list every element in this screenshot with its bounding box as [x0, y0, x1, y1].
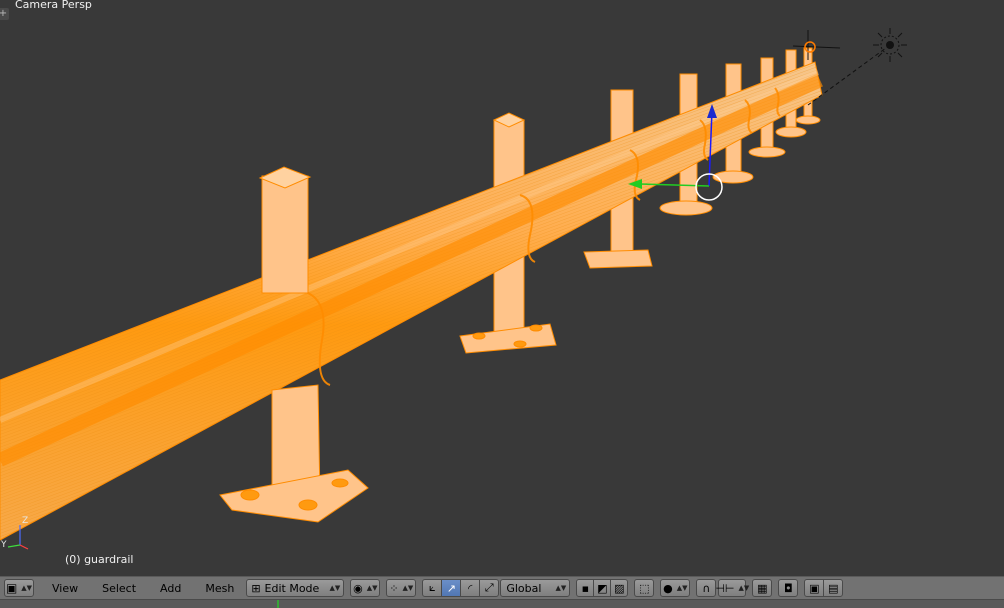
snap-element-dropdown[interactable]: ⊣⊢ ▲▼	[715, 579, 749, 597]
manipulator-toggle[interactable]: ⟀	[422, 579, 443, 597]
axis-label-y: Y	[0, 540, 7, 550]
proportional-icon: ●	[663, 581, 673, 595]
translate-toggle[interactable]: ↗	[441, 579, 462, 597]
manipulator-axis-icon: ⟀	[429, 581, 436, 594]
menu-view[interactable]: View	[40, 582, 90, 595]
edge-select-button[interactable]: ◩	[593, 579, 612, 597]
translate-arrow-icon: ↗	[446, 581, 456, 595]
3d-viewport[interactable]: Z Y + Camera Persp (0) guardrail	[0, 0, 1004, 576]
clapperboard-icon: ▤	[828, 581, 839, 595]
render-preview-button[interactable]: ▦	[752, 579, 773, 597]
timeline-strip[interactable]	[0, 599, 1004, 608]
guardrail-scene[interactable]: Z Y	[0, 0, 1004, 576]
vertex-select-icon: ▪	[581, 581, 590, 595]
menu-add[interactable]: Add	[148, 582, 193, 595]
mode-icon: ⊞	[251, 581, 261, 595]
render-icon: ▦	[757, 581, 768, 595]
menu-mesh[interactable]: Mesh	[193, 582, 246, 595]
snap-element-icon: ⊣⊢	[715, 581, 735, 595]
menu-select[interactable]: Select	[90, 582, 148, 595]
snap-toggle[interactable]: ∩	[696, 579, 717, 597]
mode-label: Edit Mode	[264, 581, 320, 595]
add-region-icon[interactable]: +	[0, 8, 9, 20]
mode-dropdown[interactable]: ⊞ Edit Mode ▲▼	[246, 579, 345, 597]
current-frame-cursor[interactable]	[277, 600, 279, 608]
render-still-button[interactable]: ▣	[804, 579, 825, 597]
vertex-select-button[interactable]: ▪	[576, 579, 595, 597]
pivot-point-button[interactable]: ⁘ ▲▼	[386, 579, 417, 597]
scale-icon: ⤢	[484, 581, 494, 594]
orientation-label: Global	[506, 581, 542, 595]
rotate-arc-icon: ◜	[468, 581, 473, 595]
edge-select-icon: ◩	[597, 581, 608, 595]
cube-icon: ▣	[5, 581, 18, 595]
solid-sphere-icon: ◉	[353, 581, 363, 595]
render-group: ▣ ▤	[804, 579, 844, 597]
axis-label-z: Z	[22, 516, 28, 526]
view-name: Camera Persp	[15, 0, 92, 11]
viewport-shading-button[interactable]: ◉ ▲▼	[350, 579, 381, 597]
pivot-icon: ⁘	[389, 581, 399, 595]
3d-view-header: ▣ ▲▼ View Select Add Mesh ⊞ Edit Mode ▲▼ …	[0, 576, 1004, 599]
render-animation-button[interactable]: ▤	[823, 579, 844, 597]
editor-type-button[interactable]: ▣ ▲▼	[4, 579, 34, 597]
orientation-dropdown[interactable]: Global ▲▼	[500, 579, 571, 597]
magnet-icon: ∩	[702, 581, 711, 595]
face-select-button[interactable]: ▨	[610, 579, 629, 597]
face-select-icon: ▨	[614, 581, 625, 595]
opengl-render-button[interactable]: ◘	[778, 579, 799, 597]
limit-selection-visible-button[interactable]: ⬚	[634, 579, 655, 597]
object-info: (0) guardrail	[65, 553, 134, 566]
select-mode-group: ▪ ◩ ▨	[576, 579, 629, 597]
occlude-icon: ⬚	[639, 581, 650, 595]
proportional-editing-button[interactable]: ● ▲▼	[660, 579, 691, 597]
camera-icon: ◘	[783, 581, 793, 595]
scale-toggle[interactable]: ⤢	[479, 579, 500, 597]
rotate-toggle[interactable]: ◜	[460, 579, 481, 597]
camera-icon: ▣	[809, 581, 820, 595]
manipulator-group: ⟀ ↗ ◜ ⤢	[422, 579, 500, 597]
